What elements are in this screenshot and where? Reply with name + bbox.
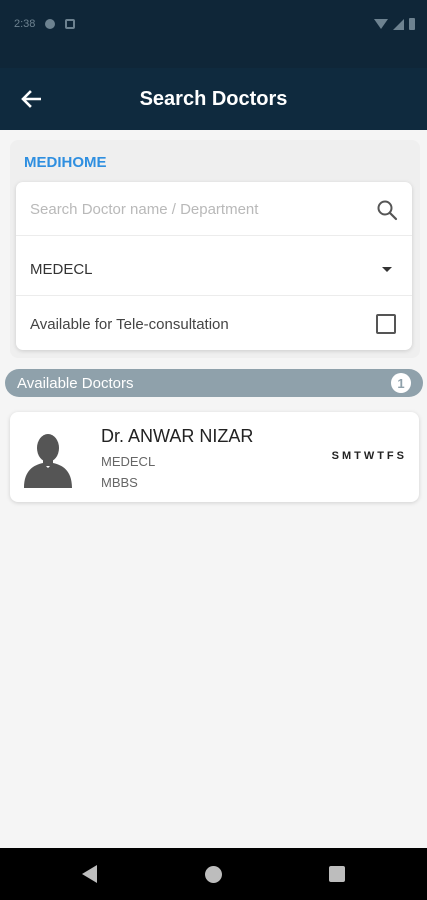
available-doctors-header: Available Doctors 1: [5, 369, 423, 397]
app-notification-icon: [65, 19, 76, 29]
doctor-card[interactable]: Dr. ANWAR NIZAR MEDECL MBBS SMTWTFS: [10, 412, 419, 502]
doctor-count-badge: 1: [391, 373, 411, 393]
search-icon[interactable]: [376, 199, 398, 221]
status-icons-left: 2:38: [14, 18, 76, 30]
tele-consultation-checkbox[interactable]: [376, 314, 396, 334]
back-button[interactable]: [14, 84, 48, 114]
search-row: [16, 184, 412, 236]
doctor-available-days: SMTWTFS: [331, 450, 407, 462]
search-form: MEDECL Available for Tele-consultation: [16, 182, 412, 350]
tele-consultation-label: Available for Tele-consultation: [30, 315, 229, 333]
app-bar: Search Doctors: [0, 68, 427, 130]
doctor-department: MEDECL: [101, 454, 156, 469]
doctor-qualification: MBBS: [101, 475, 138, 490]
system-navigation-bar: [0, 848, 427, 900]
avatar-icon: [24, 434, 72, 488]
page-title: Search Doctors: [139, 88, 288, 110]
department-selected: MEDECL: [30, 261, 93, 278]
nav-back-icon[interactable]: [82, 865, 97, 883]
nav-home-icon[interactable]: [205, 866, 222, 883]
status-time: 2:38: [14, 18, 36, 30]
available-doctors-label: Available Doctors: [17, 374, 134, 392]
nav-recents-icon[interactable]: [329, 866, 345, 882]
department-dropdown[interactable]: MEDECL: [16, 244, 412, 296]
arrow-left-icon: [21, 90, 41, 108]
battery-icon: [409, 18, 415, 30]
wifi-icon: [374, 19, 388, 29]
search-panel: MEDIHOME MEDECL Available for Tele-consu…: [10, 140, 420, 358]
status-icons-right: [374, 18, 415, 30]
tele-consultation-row: Available for Tele-consultation: [16, 298, 412, 350]
chevron-down-icon: [382, 267, 392, 272]
hospital-brand: MEDIHOME: [24, 154, 107, 171]
cell-signal-icon: [393, 18, 404, 30]
doctor-name: Dr. ANWAR NIZAR: [101, 426, 254, 446]
status-bar: 2:38: [0, 0, 427, 68]
settings-notification-icon: [45, 19, 56, 29]
search-input[interactable]: [30, 201, 376, 218]
